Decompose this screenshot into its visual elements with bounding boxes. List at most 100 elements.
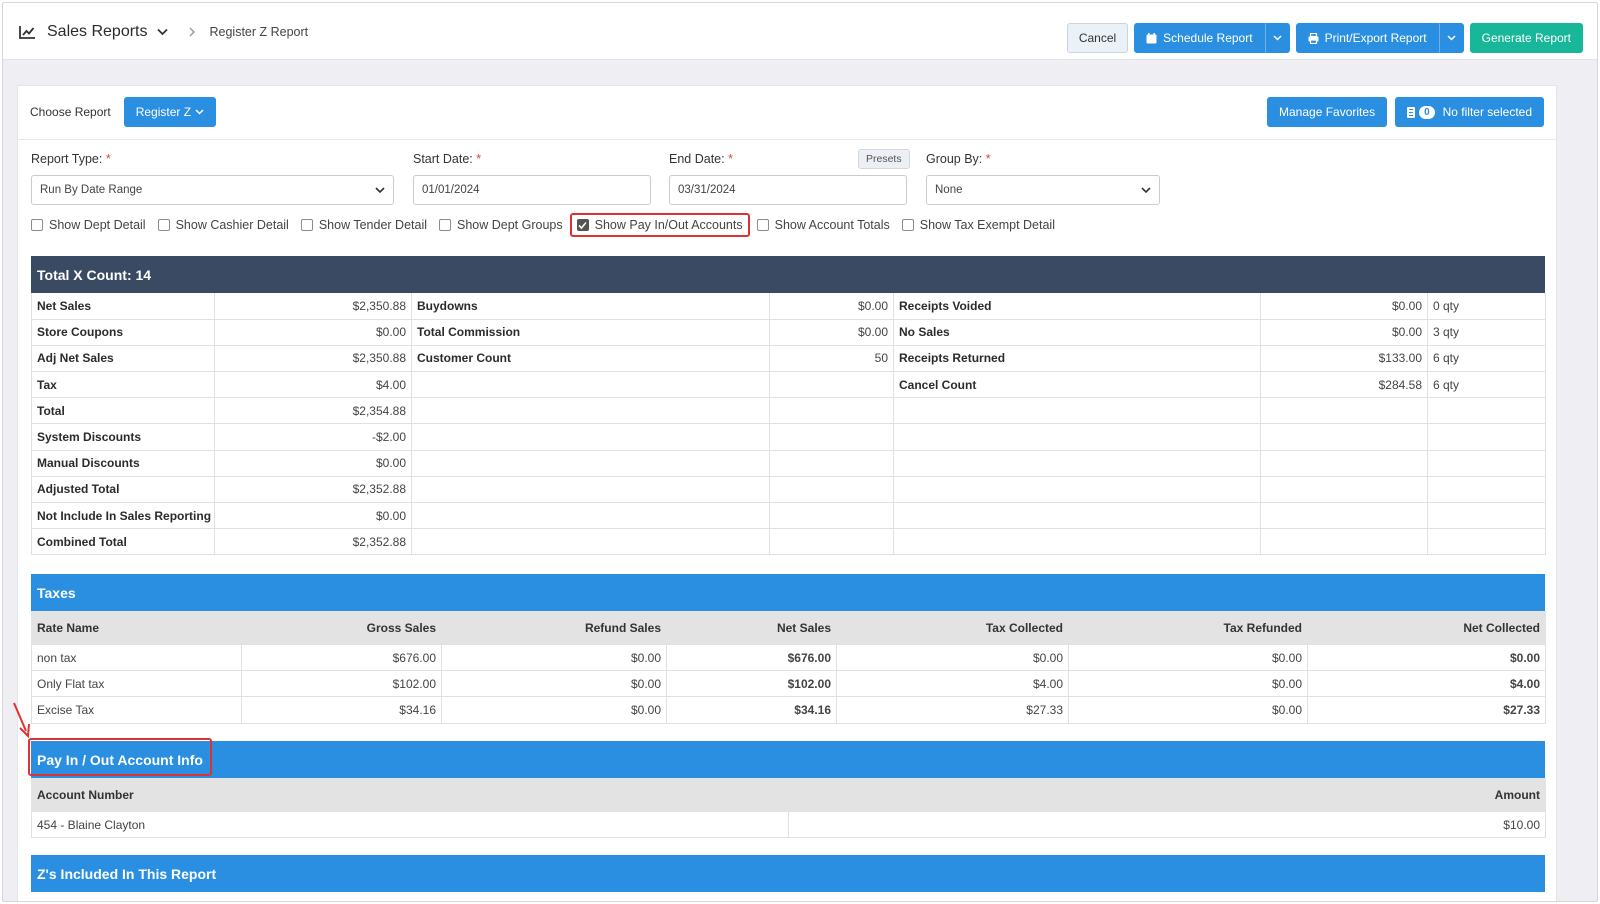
metric-value: $284.58 xyxy=(1260,371,1428,399)
rate-name-cell: non tax xyxy=(31,643,242,672)
filter-label: No filter selected xyxy=(1442,105,1532,119)
checkbox[interactable] xyxy=(439,219,451,231)
amount-cell: $102.00 xyxy=(241,670,442,698)
report-type-label: Report Type: * xyxy=(31,152,111,166)
end-date-value: 03/31/2024 xyxy=(678,184,736,196)
metric-qty xyxy=(1427,476,1546,504)
show-tender-detail-checkbox[interactable]: Show Tender Detail xyxy=(300,218,427,232)
metric-qty: 6 qty xyxy=(1427,345,1546,373)
start-date-value: 01/01/2024 xyxy=(422,184,480,196)
metric-label: Manual Discounts xyxy=(31,450,215,477)
table-row: non tax $676.00 $0.00 $676.00 $0.00 $0.00 $0.0… xyxy=(31,643,1546,672)
filter-button[interactable]: 0 No filter selected xyxy=(1395,97,1544,127)
start-date-input[interactable]: 01/01/2024 xyxy=(413,175,651,205)
amount-cell: $34.16 xyxy=(241,696,442,724)
checkbox[interactable] xyxy=(901,219,914,231)
metric-value xyxy=(1260,502,1428,530)
metric-label xyxy=(893,476,1261,504)
group-by-select[interactable]: None xyxy=(926,175,1160,205)
report-type-select[interactable]: Run By Date Range xyxy=(31,175,394,205)
group-by-value: None xyxy=(935,184,963,196)
checkbox[interactable] xyxy=(31,219,43,231)
metric-label: Store Coupons xyxy=(31,319,215,346)
report-card: Choose Report Register Z Manage Favorite… xyxy=(17,85,1557,901)
table-row: Store Coupons $0.00 Total Commission $0.00 N… xyxy=(31,319,1546,346)
metric-value: $0.00 xyxy=(214,319,412,346)
table-row: Net Sales $2,350.88 Buydowns $0.00 Receipts … xyxy=(31,293,1546,320)
metric-label: Buydowns xyxy=(411,293,770,320)
pay-in-out-table: Account Number Amount 454 - Blaine Clayt… xyxy=(31,778,1546,839)
column-header: Gross Sales xyxy=(241,611,442,645)
schedule-report-split: Schedule Report xyxy=(1134,23,1290,53)
show-cashier-detail-checkbox[interactable]: Show Cashier Detail xyxy=(157,218,289,232)
table-row: Total $2,354.88 xyxy=(31,397,1546,425)
table-row: Manual Discounts $0.00 xyxy=(31,450,1546,477)
show-pay-in-out-accounts-checkbox[interactable]: Show Pay In/Out Accounts xyxy=(569,213,750,237)
end-date-input[interactable]: 03/31/2024 xyxy=(669,175,907,205)
metric-value: $2,354.88 xyxy=(214,397,412,425)
metric-value: $2,350.88 xyxy=(214,293,412,320)
end-date-label: End Date: * xyxy=(669,152,733,166)
metric-label: Combined Total xyxy=(31,528,215,556)
metric-value: $0.00 xyxy=(214,502,412,530)
metric-label xyxy=(893,423,1261,451)
generate-report-button[interactable]: Generate Report xyxy=(1469,23,1583,53)
show-dept-detail-checkbox[interactable]: Show Dept Detail xyxy=(31,218,146,232)
chevron-down-icon xyxy=(1273,35,1282,41)
metric-label xyxy=(411,528,770,556)
table-row: Adj Net Sales $2,350.88 Customer Count 50 Re… xyxy=(31,345,1546,373)
schedule-report-label: Schedule Report xyxy=(1163,31,1253,45)
metric-value: $0.00 xyxy=(769,319,894,346)
calendar-icon xyxy=(1146,32,1157,43)
metric-value: $133.00 xyxy=(1260,345,1428,373)
metric-value xyxy=(769,502,894,530)
metric-label xyxy=(411,423,770,451)
checkbox[interactable] xyxy=(756,219,769,231)
metric-label: Adjusted Total xyxy=(31,476,215,504)
print-export-label: Print/Export Report xyxy=(1324,31,1427,45)
metric-value xyxy=(1260,423,1428,451)
metric-value: $2,352.88 xyxy=(214,476,412,504)
metric-value xyxy=(769,476,894,504)
metric-label xyxy=(893,502,1261,530)
metric-label xyxy=(411,371,770,399)
amount-cell: $0.00 xyxy=(1307,643,1546,672)
print-export-dropdown[interactable] xyxy=(1438,23,1464,53)
chevron-right-icon xyxy=(189,27,195,36)
top-bar: Sales Reports Register Z Report Cancel S… xyxy=(3,3,1597,60)
cancel-button[interactable]: Cancel xyxy=(1066,23,1129,53)
schedule-report-dropdown[interactable] xyxy=(1264,23,1290,53)
amount-cell: $0.00 xyxy=(441,643,667,672)
column-header: Net Collected xyxy=(1307,611,1546,645)
metric-label: Not Include In Sales Reporting xyxy=(31,502,215,530)
show-tax-exempt-detail-checkbox[interactable]: Show Tax Exempt Detail xyxy=(901,218,1055,232)
metric-label: No Sales xyxy=(893,319,1261,346)
table-row: 454 - Blaine Clayton $10.00 xyxy=(31,810,1546,839)
table-row: Tax $4.00 Cancel Count $284.58 6 qty xyxy=(31,371,1546,399)
manage-favorites-button[interactable]: Manage Favorites xyxy=(1267,97,1388,127)
show-dept-groups-checkbox[interactable]: Show Dept Groups xyxy=(439,218,563,232)
metric-value: $0.00 xyxy=(769,293,894,320)
table-row: System Discounts -$2.00 xyxy=(31,423,1546,451)
amount-cell: $676.00 xyxy=(241,643,442,672)
choose-report-dropdown[interactable]: Register Z xyxy=(123,97,217,127)
checkbox-checked[interactable] xyxy=(576,219,589,231)
amount-cell: $4.00 xyxy=(1307,670,1546,698)
print-export-button[interactable]: Print/Export Report xyxy=(1295,23,1439,53)
pay-header-row: Account Number Amount xyxy=(31,778,1546,812)
chevron-down-icon[interactable] xyxy=(156,28,168,36)
metric-qty xyxy=(1427,502,1546,530)
option-checkboxes: Show Dept Detail Show Cashier Detail Sho… xyxy=(31,213,1067,237)
show-account-totals-checkbox[interactable]: Show Account Totals xyxy=(756,218,890,232)
metric-label xyxy=(411,450,770,477)
column-header: Refund Sales xyxy=(441,611,667,645)
metric-value: $2,350.88 xyxy=(214,345,412,373)
metric-label xyxy=(893,397,1261,425)
metric-qty xyxy=(1427,397,1546,425)
checkbox[interactable] xyxy=(157,219,170,231)
metric-value xyxy=(769,397,894,425)
checkbox[interactable] xyxy=(300,219,313,231)
presets-button[interactable]: Presets xyxy=(858,149,910,169)
page-title[interactable]: Sales Reports xyxy=(47,23,148,41)
schedule-report-button[interactable]: Schedule Report xyxy=(1134,23,1265,53)
